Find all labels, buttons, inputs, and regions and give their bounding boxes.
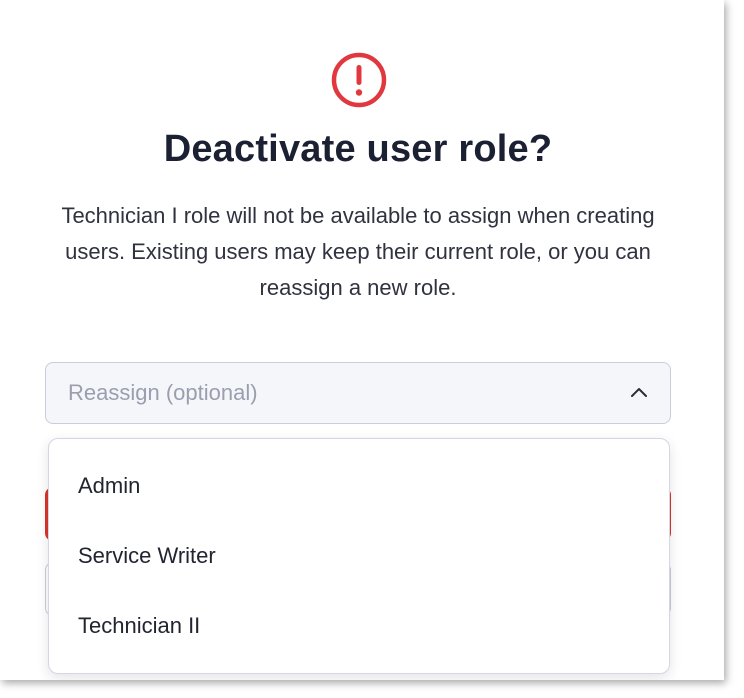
dialog-message: Technician I role will not be available …: [61, 203, 655, 300]
alert-circle-icon: [331, 52, 387, 108]
dropdown-option-technician-ii[interactable]: Technician II: [49, 591, 669, 661]
chevron-up-icon[interactable]: [630, 385, 648, 399]
reassign-dropdown-menu: Admin Service Writer Technician II: [48, 438, 670, 674]
dialog-title: Deactivate user role?: [163, 128, 553, 170]
dropdown-option-service-writer[interactable]: Service Writer: [49, 521, 669, 591]
reassign-placeholder: Reassign (optional): [68, 380, 258, 405]
reassign-select[interactable]: Reassign (optional): [45, 362, 671, 424]
deactivate-role-dialog: Deactivate user role? Technician I role …: [0, 0, 724, 680]
dropdown-option-admin[interactable]: Admin: [49, 451, 669, 521]
